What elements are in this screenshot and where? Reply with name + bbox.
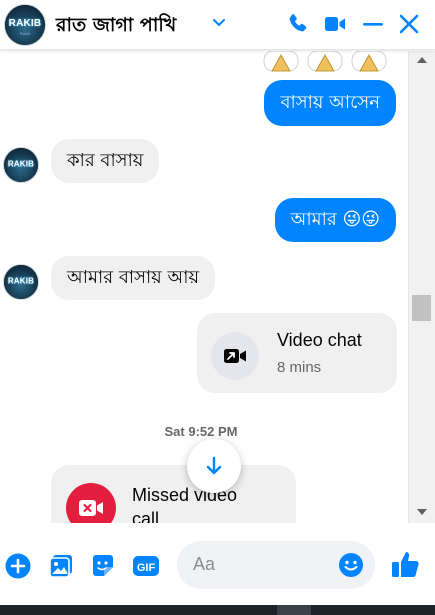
sender-avatar[interactable]: RAKIB — [3, 147, 39, 183]
outgoing-message-bubble[interactable]: বাসায় আসেন — [264, 80, 396, 126]
scroll-to-bottom-button[interactable] — [187, 439, 241, 493]
message-text: বাসায় আসেন — [280, 92, 380, 113]
scrollbar-thumb[interactable] — [412, 295, 431, 321]
arrow-down-icon — [206, 456, 222, 475]
avatar-logo-text: RAKIB — [8, 18, 42, 30]
video-chat-icon — [211, 332, 259, 380]
message-input[interactable]: Aa — [177, 541, 375, 589]
message-timestamp: Sat 9:52 PM — [164, 424, 238, 439]
missed-video-call-card[interactable]: Missed video call — [51, 465, 296, 523]
video-camera-icon — [224, 349, 246, 363]
call-duration: 8 mins — [277, 359, 322, 376]
message-input-placeholder: Aa — [193, 554, 216, 574]
missed-video-call-icon — [66, 483, 116, 523]
contact-avatar[interactable]: RAKIB Rakib — [4, 4, 46, 46]
gif-icon[interactable]: GIF — [132, 552, 160, 580]
call-title-line2: call — [132, 509, 160, 523]
emoji-icon[interactable] — [338, 552, 364, 578]
avatar-logo-text: RAKIB — [7, 276, 35, 286]
avatar-logo-text: RAKIB — [7, 159, 35, 169]
sticker-icon[interactable] — [89, 552, 117, 580]
taskbar-button[interactable] — [277, 605, 311, 615]
plus-circle-icon[interactable] — [4, 552, 32, 580]
video-camera-icon[interactable] — [322, 11, 348, 37]
close-icon[interactable] — [396, 11, 422, 37]
contact-name[interactable]: রাত জাগা পাখি — [56, 11, 176, 43]
svg-text:GIF: GIF — [137, 562, 156, 574]
message-text: কার বাসায় — [67, 150, 144, 171]
incoming-message-bubble[interactable]: কার বাসায় — [51, 139, 160, 183]
incoming-message-bubble[interactable]: আমার বাসায় আয় — [51, 256, 216, 300]
call-title: Video chat — [277, 330, 362, 350]
os-taskbar — [0, 605, 435, 615]
vertical-scrollbar[interactable] — [408, 51, 435, 523]
message-text: আমার বাসায় আয় — [67, 267, 200, 288]
cut-off-emoji-row — [263, 51, 387, 72]
chat-header: RAKIB Rakib রাত জাগা পাখি — [0, 0, 435, 50]
message-text: আমার 😜😜 — [290, 209, 380, 230]
photo-gallery-icon[interactable] — [47, 552, 75, 580]
sender-avatar[interactable]: RAKIB — [3, 264, 39, 300]
scroll-up-arrow-icon[interactable] — [417, 57, 427, 63]
minimize-icon[interactable] — [360, 11, 386, 37]
chevron-down-icon[interactable] — [210, 13, 228, 31]
thumbs-up-icon[interactable] — [390, 548, 422, 580]
video-chat-card[interactable]: Video chat 8 mins — [197, 313, 397, 393]
messenger-chat-window: RAKIB Rakib রাত জাগা পাখি বাসায় আসেন RA… — [0, 0, 435, 615]
message-list[interactable]: বাসায় আসেন RAKIB কার বাসায় আমার 😜😜 RAK… — [0, 51, 408, 523]
scroll-down-arrow-icon[interactable] — [417, 509, 427, 515]
phone-icon[interactable] — [285, 11, 311, 37]
avatar-logo-subtext: Rakib — [19, 30, 31, 36]
message-composer: GIF Aa — [0, 523, 435, 605]
video-camera-icon — [79, 500, 103, 516]
outgoing-message-bubble[interactable]: আমার 😜😜 — [274, 198, 396, 242]
